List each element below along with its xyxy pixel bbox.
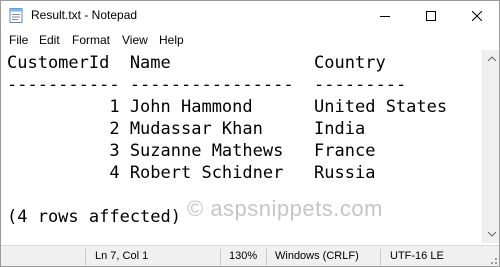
title-bar[interactable]: Result.txt - Notepad [1, 1, 499, 30]
watermark-text: © aspsnippets.com [187, 196, 383, 221]
line-endings: Windows (CRLF) [275, 250, 359, 262]
status-bar: Ln 7, Col 1 130% Windows (CRLF) UTF-16 L… [1, 245, 499, 266]
text-line: ----------- ---------------- --------- [7, 75, 407, 95]
status-divider [380, 249, 381, 265]
maximize-icon [426, 10, 436, 21]
status-divider [85, 249, 86, 265]
notepad-icon [9, 7, 23, 23]
menu-help[interactable]: Help [159, 33, 184, 47]
status-divider [220, 249, 221, 265]
minimize-icon [380, 11, 390, 21]
menu-format[interactable]: Format [72, 33, 110, 47]
vertical-scrollbar[interactable] [482, 50, 499, 243]
text-line: 1 John Hammond United States [7, 97, 448, 117]
menu-file[interactable]: File [9, 33, 28, 47]
close-icon [472, 10, 482, 21]
text-editor[interactable]: CustomerId Name Country ----------- -----… [1, 50, 482, 243]
encoding: UTF-16 LE [390, 250, 444, 262]
window-title: Result.txt - Notepad [31, 8, 138, 22]
text-line: 4 Robert Schidner Russia [7, 163, 376, 183]
text-line: CustomerId Name Country [7, 53, 386, 73]
text-line: 3 Suzanne Mathews France [7, 141, 376, 161]
status-divider [266, 249, 267, 265]
minimize-button[interactable] [362, 1, 408, 30]
text-line: 2 Mudassar Khan India [7, 119, 366, 139]
zoom-level: 130% [229, 250, 258, 262]
menu-bar: File Edit Format View Help [1, 30, 499, 50]
menu-edit[interactable]: Edit [39, 33, 60, 47]
scroll-down-icon[interactable] [483, 226, 499, 243]
maximize-button[interactable] [408, 1, 454, 30]
resize-grip-icon[interactable] [487, 255, 497, 265]
close-button[interactable] [454, 1, 499, 30]
menu-view[interactable]: View [122, 33, 148, 47]
scroll-up-icon[interactable] [483, 50, 499, 67]
notepad-window: Result.txt - Notepad File Edit Format Vi… [0, 0, 500, 267]
cursor-position: Ln 7, Col 1 [95, 250, 149, 262]
